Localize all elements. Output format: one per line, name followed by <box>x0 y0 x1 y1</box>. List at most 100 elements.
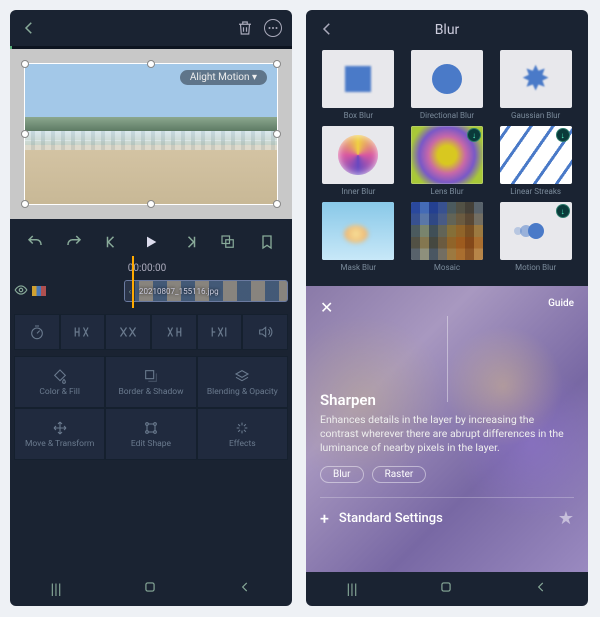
watermark-badge[interactable]: Alight Motion ▾ <box>180 70 267 85</box>
effect-thumb <box>322 202 394 260</box>
editor-screen: Alight Motion ▾ 00:00:00 ‹ 20210807_1551… <box>10 10 292 606</box>
back-nav-icon[interactable] <box>534 580 548 598</box>
effect-label: Motion Blur <box>515 263 556 272</box>
effect-thumb: ✸ <box>500 50 572 108</box>
transport-controls <box>10 219 292 261</box>
resize-handle[interactable] <box>147 60 155 68</box>
more-icon[interactable] <box>264 19 282 37</box>
layer-thumb-icon[interactable] <box>32 286 46 296</box>
effect-label: Directional Blur <box>420 111 474 120</box>
effect-label: Lens Blur <box>430 187 463 196</box>
selected-layer[interactable]: Alight Motion ▾ <box>24 63 278 205</box>
back-nav-icon[interactable] <box>238 580 252 598</box>
resize-handle[interactable] <box>21 200 29 208</box>
effect-label: Mosaic <box>434 263 460 272</box>
effect-linear-streaks[interactable]: ↓ Linear Streaks <box>493 126 578 196</box>
download-icon: ↓ <box>556 204 570 218</box>
add-icon[interactable]: + <box>320 509 329 528</box>
border-shadow-button[interactable]: Border & Shadow <box>105 356 196 408</box>
effect-gaussian-blur[interactable]: ✸ Gaussian Blur <box>493 50 578 120</box>
back-icon[interactable] <box>20 19 38 37</box>
undo-icon[interactable] <box>24 233 46 255</box>
volume-button[interactable] <box>242 314 288 350</box>
effect-label: Mask Blur <box>341 263 377 272</box>
home-icon[interactable] <box>439 580 453 598</box>
effect-thumb <box>411 202 483 260</box>
tag-blur[interactable]: Blur <box>320 466 364 483</box>
guide-link[interactable]: Guide <box>548 298 574 317</box>
visibility-icon[interactable] <box>14 283 28 300</box>
system-nav: ||| <box>10 572 292 606</box>
download-icon: ↓ <box>467 128 481 142</box>
effect-motion-blur[interactable]: ↓ Motion Blur <box>493 202 578 272</box>
effect-directional-blur[interactable]: Directional Blur <box>405 50 490 120</box>
resize-handle[interactable] <box>273 130 281 138</box>
timecode: 00:00:00 <box>122 263 172 274</box>
ripple-button[interactable] <box>197 314 243 350</box>
effects-button[interactable]: Effects <box>197 408 288 460</box>
home-icon[interactable] <box>143 580 157 598</box>
effect-box-blur[interactable]: Box Blur <box>316 50 401 120</box>
preview-divider <box>447 316 448 402</box>
speed-button[interactable] <box>14 314 60 350</box>
resize-handle[interactable] <box>147 200 155 208</box>
effect-tags: Blur Raster <box>320 466 574 483</box>
effect-thumb: ↓ <box>500 202 572 260</box>
clip-filename: 20210807_155116.jpg <box>125 287 219 296</box>
next-keyframe-icon[interactable] <box>179 233 201 255</box>
effect-thumb <box>411 50 483 108</box>
edit-shape-button[interactable]: Edit Shape <box>105 408 196 460</box>
download-icon: ↓ <box>556 128 570 142</box>
tool-row-clip <box>14 314 288 350</box>
blending-opacity-button[interactable]: Blending & Opacity <box>197 356 288 408</box>
timeline-clip[interactable]: ‹ 20210807_155116.jpg <box>124 280 288 302</box>
system-nav: ||| <box>306 572 588 606</box>
redo-icon[interactable] <box>63 233 85 255</box>
bookmark-icon[interactable] <box>256 234 278 254</box>
split-button[interactable] <box>105 314 151 350</box>
color-fill-button[interactable]: Color & Fill <box>14 356 105 408</box>
effect-thumb: ↓ <box>411 126 483 184</box>
recents-icon[interactable]: ||| <box>51 580 62 598</box>
effect-label: Linear Streaks <box>510 187 561 196</box>
trim-end-button[interactable] <box>151 314 197 350</box>
effect-thumb: ↓ <box>500 126 572 184</box>
top-bar <box>10 10 292 46</box>
playhead[interactable] <box>132 256 134 308</box>
effects-grid: Box Blur Directional Blur ✸ Gaussian Blur In… <box>306 50 588 272</box>
effect-thumb <box>322 126 394 184</box>
effect-description: Enhances details in the layer by increas… <box>320 413 574 456</box>
effect-label: Inner Blur <box>341 187 375 196</box>
effect-mask-blur[interactable]: Mask Blur <box>316 202 401 272</box>
effect-detail-sheet: ✕ Guide Sharpen Enhances details in the … <box>306 286 588 572</box>
effect-label: Box Blur <box>344 111 373 120</box>
resize-handle[interactable] <box>273 60 281 68</box>
play-icon[interactable] <box>140 234 162 254</box>
tool-grid: Color & Fill Border & Shadow Blending & … <box>14 356 288 460</box>
back-icon[interactable] <box>318 20 336 41</box>
resize-handle[interactable] <box>21 130 29 138</box>
move-transform-button[interactable]: Move & Transform <box>14 408 105 460</box>
resize-handle[interactable] <box>21 60 29 68</box>
effect-thumb <box>322 50 394 108</box>
page-title: Blur <box>348 22 546 38</box>
tag-raster[interactable]: Raster <box>372 466 427 483</box>
delete-icon[interactable] <box>236 19 254 37</box>
resize-handle[interactable] <box>273 200 281 208</box>
close-icon[interactable]: ✕ <box>320 298 333 317</box>
effect-label: Gaussian Blur <box>511 111 560 120</box>
header: Blur <box>306 10 588 50</box>
layers-icon[interactable] <box>217 233 239 255</box>
preview-canvas[interactable]: Alight Motion ▾ <box>10 49 292 219</box>
blur-picker-screen: Blur Box Blur Directional Blur ✸ Gaussian B… <box>306 10 588 606</box>
effect-title: Sharpen <box>320 391 574 409</box>
favorite-icon[interactable]: ★ <box>558 508 574 529</box>
timeline[interactable]: ‹ 20210807_155116.jpg <box>10 276 292 306</box>
trim-start-button[interactable] <box>60 314 106 350</box>
standard-settings-button[interactable]: Standard Settings <box>339 511 443 526</box>
recents-icon[interactable]: ||| <box>347 580 358 598</box>
effect-inner-blur[interactable]: Inner Blur <box>316 126 401 196</box>
prev-keyframe-icon[interactable] <box>101 233 123 255</box>
effect-lens-blur[interactable]: ↓ Lens Blur <box>405 126 490 196</box>
effect-mosaic[interactable]: Mosaic <box>405 202 490 272</box>
